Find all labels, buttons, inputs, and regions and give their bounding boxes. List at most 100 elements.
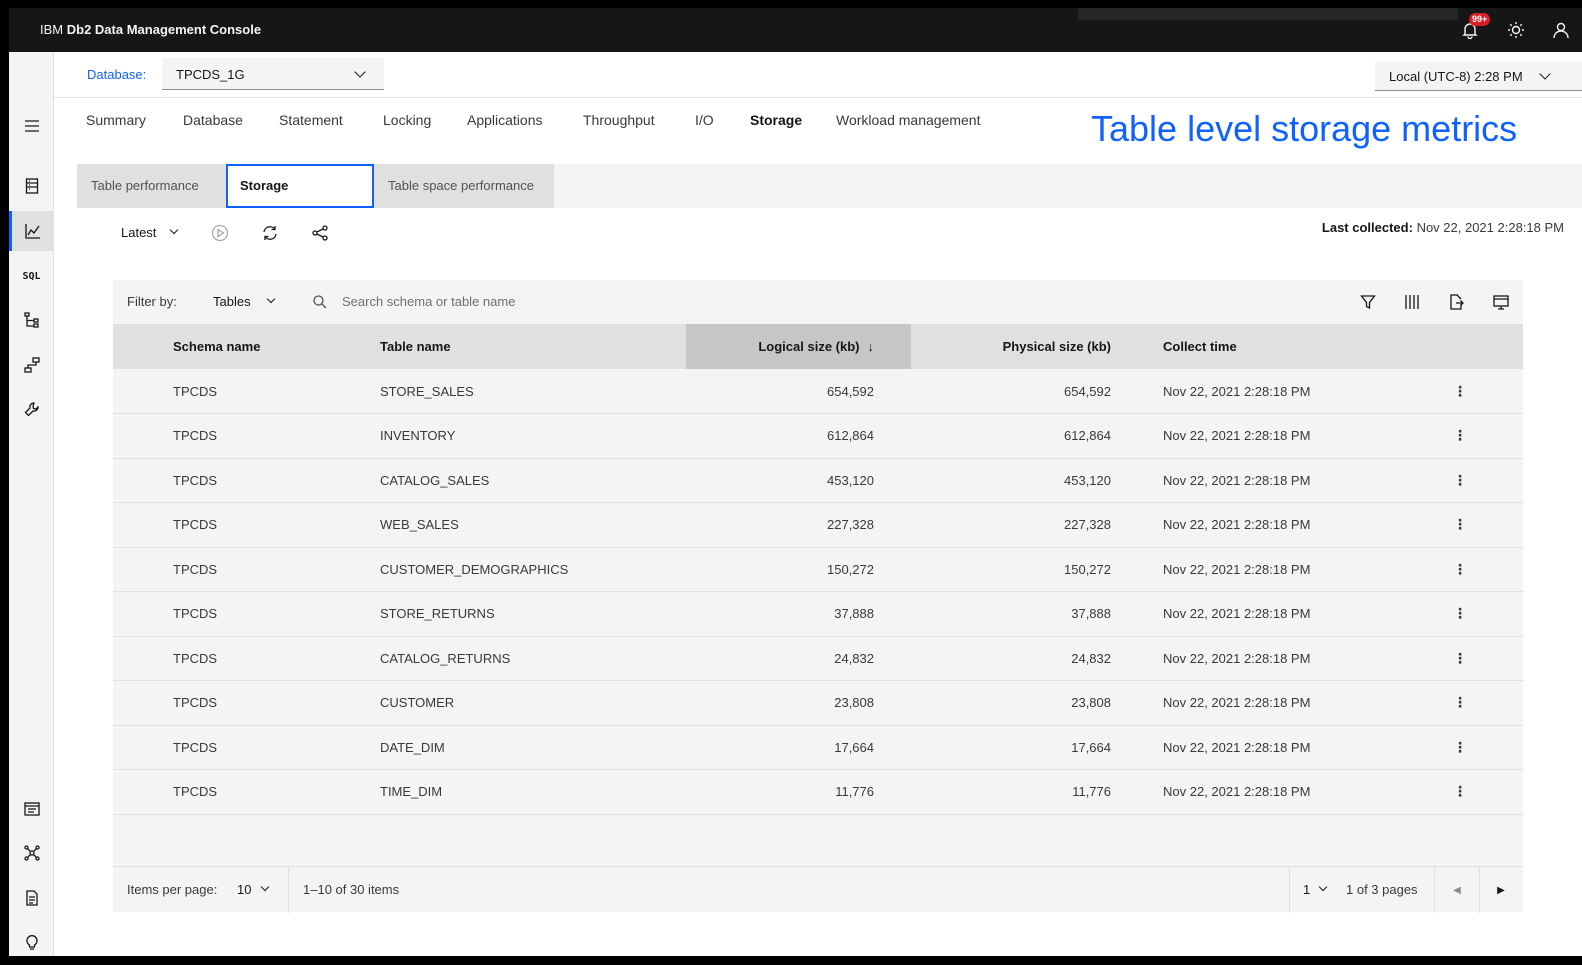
cell-physical: 17,664 bbox=[1071, 739, 1111, 755]
subtab-table-performance[interactable]: Table performance bbox=[77, 164, 226, 208]
items-per-page-label: Items per page: bbox=[127, 882, 218, 897]
table-header-row: Schema name Table name Logical size (kb)… bbox=[113, 324, 1523, 369]
refresh-icon[interactable] bbox=[259, 222, 281, 244]
cell-time: Nov 22, 2021 2:28:18 PM bbox=[1163, 383, 1311, 399]
brand-prefix: IBM bbox=[40, 22, 64, 37]
brand[interactable]: IBM Db2 Data Management Console bbox=[40, 22, 261, 37]
settings-icon[interactable] bbox=[1490, 291, 1512, 313]
tab-locking[interactable]: Locking bbox=[383, 112, 431, 128]
cell-schema: TPCDS bbox=[173, 517, 218, 533]
cell-logical: 227,328 bbox=[827, 517, 874, 533]
table-row[interactable]: TPCDS TIME_DIM 11,776 11,776 Nov 22, 202… bbox=[113, 769, 1523, 814]
overflow-menu-icon[interactable]: ⋮ bbox=[1453, 740, 1467, 754]
table-row[interactable]: TPCDS CUSTOMER 23,808 23,808 Nov 22, 202… bbox=[113, 680, 1523, 725]
table-row[interactable]: TPCDS DATE_DIM 17,664 17,664 Nov 22, 202… bbox=[113, 725, 1523, 770]
overflow-menu-icon[interactable]: ⋮ bbox=[1453, 562, 1467, 576]
cell-schema: TPCDS bbox=[173, 561, 218, 577]
share-icon[interactable] bbox=[309, 222, 331, 244]
overflow-menu-icon[interactable]: ⋮ bbox=[1453, 606, 1467, 620]
overflow-menu-icon[interactable]: ⋮ bbox=[1453, 651, 1467, 665]
cell-schema: TPCDS bbox=[173, 739, 218, 755]
previous-page-button[interactable]: ◀ bbox=[1435, 867, 1479, 913]
last-collected-value: Nov 22, 2021 2:28:18 PM bbox=[1416, 220, 1564, 235]
cell-physical: 227,328 bbox=[1064, 517, 1111, 533]
table-row[interactable]: TPCDS CATALOG_RETURNS 24,832 24,832 Nov … bbox=[113, 636, 1523, 681]
tab-workload-management[interactable]: Workload management bbox=[836, 112, 980, 128]
overflow-menu-icon[interactable]: ⋮ bbox=[1453, 695, 1467, 709]
overflow-menu-icon[interactable]: ⋮ bbox=[1453, 473, 1467, 487]
log-icon[interactable] bbox=[9, 789, 54, 829]
table-row[interactable]: TPCDS CUSTOMER_DEMOGRAPHICS 150,272 150,… bbox=[113, 547, 1523, 592]
cell-table: CUSTOMER bbox=[380, 695, 455, 711]
table-row[interactable]: TPCDS CATALOG_SALES 453,120 453,120 Nov … bbox=[113, 458, 1523, 503]
table-row[interactable]: TPCDS STORE_SALES 654,592 654,592 Nov 22… bbox=[113, 369, 1523, 414]
overflow-menu-icon[interactable]: ⋮ bbox=[1453, 428, 1467, 442]
tab-summary[interactable]: Summary bbox=[86, 112, 146, 128]
filter-icon[interactable] bbox=[1357, 291, 1379, 313]
cell-logical: 17,664 bbox=[834, 739, 874, 755]
tab-storage[interactable]: Storage bbox=[750, 112, 802, 128]
cell-time: Nov 22, 2021 2:28:18 PM bbox=[1163, 739, 1311, 755]
cell-schema: TPCDS bbox=[173, 784, 218, 800]
cell-table: CATALOG_SALES bbox=[380, 472, 490, 488]
next-page-button[interactable]: ▶ bbox=[1479, 867, 1523, 913]
col-table-name[interactable]: Table name bbox=[380, 324, 686, 369]
network-icon[interactable] bbox=[9, 833, 54, 873]
cell-time: Nov 22, 2021 2:28:18 PM bbox=[1163, 784, 1311, 800]
cell-table: INVENTORY bbox=[380, 428, 456, 444]
table-row[interactable]: TPCDS STORE_RETURNS 37,888 37,888 Nov 22… bbox=[113, 591, 1523, 636]
items-per-page-select[interactable]: 10 bbox=[237, 882, 270, 897]
items-per-page-value: 10 bbox=[237, 882, 252, 897]
export-icon[interactable] bbox=[1445, 291, 1467, 313]
cell-time: Nov 22, 2021 2:28:18 PM bbox=[1163, 517, 1311, 533]
tab-database[interactable]: Database bbox=[183, 112, 243, 128]
cell-logical: 654,592 bbox=[827, 383, 874, 399]
col-logical-size[interactable]: Logical size (kb) ↓ bbox=[686, 324, 911, 369]
subtab-storage[interactable]: Storage bbox=[226, 164, 374, 208]
database-icon[interactable] bbox=[9, 166, 54, 206]
page-select[interactable]: 1 bbox=[1303, 882, 1328, 897]
tab-throughput[interactable]: Throughput bbox=[583, 112, 655, 128]
menu-icon[interactable] bbox=[9, 106, 54, 146]
filter-type-select[interactable]: Tables bbox=[213, 294, 276, 309]
table-row[interactable]: TPCDS INVENTORY 612,864 612,864 Nov 22, … bbox=[113, 413, 1523, 458]
database-select[interactable]: TPCDS_1G bbox=[162, 58, 384, 90]
timezone-select[interactable]: Local (UTC-8) 2:28 PM bbox=[1375, 61, 1582, 91]
tab-io[interactable]: I/O bbox=[695, 112, 714, 128]
theme-icon[interactable] bbox=[1504, 18, 1528, 42]
overflow-menu-icon[interactable]: ⋮ bbox=[1453, 784, 1467, 798]
time-range-select[interactable]: Latest bbox=[121, 225, 179, 240]
brand-name: Db2 Data Management Console bbox=[66, 22, 262, 37]
cell-physical: 654,592 bbox=[1064, 383, 1111, 399]
wrench-icon[interactable] bbox=[9, 389, 54, 429]
tree-icon[interactable] bbox=[9, 300, 54, 340]
filter-type-value: Tables bbox=[213, 294, 251, 309]
left-nav: SQL bbox=[9, 52, 54, 956]
columns-icon[interactable] bbox=[1401, 291, 1423, 313]
subtab-table-space-performance[interactable]: Table space performance bbox=[374, 164, 554, 208]
cell-table: CUSTOMER_DEMOGRAPHICS bbox=[380, 561, 569, 577]
cell-time: Nov 22, 2021 2:28:18 PM bbox=[1163, 561, 1311, 577]
col-schema-name[interactable]: Schema name bbox=[173, 324, 380, 369]
sql-icon[interactable]: SQL bbox=[9, 256, 54, 296]
overflow-menu-icon[interactable]: ⋮ bbox=[1453, 384, 1467, 398]
cell-table: DATE_DIM bbox=[380, 739, 445, 755]
document-icon[interactable] bbox=[9, 878, 54, 918]
col-collect-time[interactable]: Collect time bbox=[1148, 324, 1438, 369]
table-row[interactable]: TPCDS WEB_SALES 227,328 227,328 Nov 22, … bbox=[113, 502, 1523, 547]
filter-bar: Filter by: Tables Search schema or table… bbox=[113, 280, 1523, 324]
timezone-value: Local (UTC-8) 2:28 PM bbox=[1389, 69, 1523, 84]
main-area: Database: TPCDS_1G Local (UTC-8) 2:28 PM… bbox=[54, 52, 1582, 956]
overflow-menu-icon[interactable]: ⋮ bbox=[1453, 517, 1467, 531]
user-icon[interactable] bbox=[1549, 18, 1573, 42]
search-input[interactable]: Search schema or table name bbox=[303, 287, 903, 317]
lightbulb-icon[interactable] bbox=[9, 922, 54, 956]
monitor-chart-icon[interactable] bbox=[9, 211, 54, 251]
header-search-bar[interactable] bbox=[1078, 8, 1458, 20]
play-icon[interactable] bbox=[209, 222, 231, 244]
tab-applications[interactable]: Applications bbox=[467, 112, 543, 128]
col-physical-size[interactable]: Physical size (kb) bbox=[911, 324, 1148, 369]
cell-physical: 24,832 bbox=[1071, 650, 1111, 666]
flow-icon[interactable] bbox=[9, 345, 54, 385]
tab-statement[interactable]: Statement bbox=[279, 112, 343, 128]
